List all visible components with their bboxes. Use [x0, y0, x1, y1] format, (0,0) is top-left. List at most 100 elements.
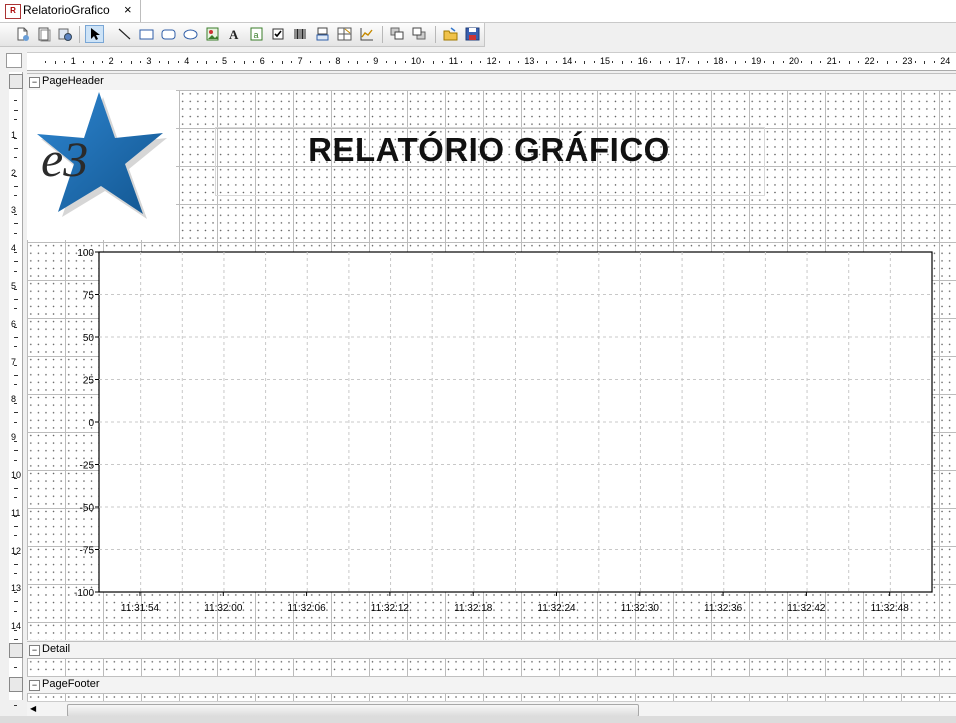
ruler-tick: [347, 61, 349, 63]
table-icon[interactable]: [336, 26, 353, 42]
horizontal-ruler-number: 7: [297, 56, 303, 66]
ruler-tick: [14, 223, 18, 225]
ruler-tick: [461, 61, 463, 63]
line-icon[interactable]: [116, 26, 133, 42]
ruler-tick: [810, 61, 812, 64]
ruler-tick: [14, 289, 17, 291]
new-report-icon[interactable]: [14, 26, 31, 42]
ruler-tick: [14, 563, 18, 565]
checkbox-icon[interactable]: [270, 26, 287, 42]
collapse-detail-icon[interactable]: −: [29, 645, 40, 656]
ruler-tick: [706, 61, 708, 63]
ruler-tick: [574, 61, 576, 63]
ruler-tick: [782, 61, 784, 63]
ruler-tick: [14, 327, 17, 329]
chart-y-tick-label: -25: [80, 461, 95, 472]
bring-to-front-icon[interactable]: [389, 26, 406, 42]
ruler-tick: [14, 147, 18, 149]
horizontal-ruler-number: 3: [146, 56, 152, 66]
close-tab-icon[interactable]: ×: [124, 2, 132, 17]
tab-title: RelatorioGrafico: [23, 3, 110, 17]
ellipse-icon[interactable]: [182, 26, 199, 42]
chart-y-tick-label: -100: [74, 588, 94, 599]
detail-band-bar[interactable]: − Detail: [27, 641, 956, 659]
ruler-tick: [14, 450, 18, 452]
ruler-tick: [933, 61, 935, 63]
page-footer-band-handle[interactable]: [9, 677, 23, 692]
tab-relatorio-grafico[interactable]: R RelatorioGrafico ×: [0, 0, 141, 22]
ruler-tick: [14, 157, 17, 159]
report-chart[interactable]: 100 75 50 25 0 -25 -50 -75 -100 11:31:54 11:32:00 1…: [27, 240, 956, 640]
field-icon[interactable]: a: [248, 26, 265, 42]
ruler-tick: [886, 61, 888, 64]
ruler-tick: [14, 270, 17, 272]
ruler-tick: [54, 61, 56, 64]
page-header-label: PageHeader: [42, 75, 104, 87]
text-icon[interactable]: A: [226, 26, 243, 42]
horizontal-ruler-number: 5: [222, 56, 228, 66]
horizontal-ruler-number: 16: [637, 56, 648, 66]
page-footer-band-bar[interactable]: − PageFooter: [27, 676, 956, 694]
ruler-tick: [877, 61, 879, 63]
settings-icon[interactable]: [56, 26, 73, 42]
ruler-tick: [14, 402, 17, 404]
rounded-rectangle-icon[interactable]: [160, 26, 177, 42]
subreport-icon[interactable]: [314, 26, 331, 42]
horizontal-ruler-number: 8: [335, 56, 341, 66]
save-icon[interactable]: [464, 26, 481, 42]
ruler-tick: [291, 61, 293, 63]
ruler-tick: [773, 61, 775, 64]
vertical-ruler: 1 2 3 4 5 6 7 8 9 10 11 12 13 14: [9, 72, 23, 707]
company-logo[interactable]: e3: [27, 90, 176, 240]
ruler-tick: [546, 61, 548, 64]
ruler-tick: [177, 61, 179, 63]
page-header-band-bar[interactable]: − PageHeader: [27, 73, 956, 91]
ruler-tick: [631, 61, 633, 63]
rectangle-icon[interactable]: [138, 26, 155, 42]
horizontal-ruler-number: 20: [789, 56, 800, 66]
ruler-tick: [130, 61, 132, 64]
ruler-tick: [14, 298, 18, 300]
chart-x-tick-label: 11:31:54: [121, 603, 160, 614]
report-title[interactable]: RELATÓRIO GRÁFICO: [215, 128, 763, 172]
chart-x-tick-label: 11:32:18: [454, 603, 493, 614]
chart-x-tick-label: 11:32:00: [204, 603, 243, 614]
ruler-tick: [735, 61, 737, 64]
ruler-tick: [839, 61, 841, 63]
horizontal-ruler-number: 15: [600, 56, 611, 66]
ruler-tick: [206, 61, 208, 64]
collapse-page-footer-icon[interactable]: −: [29, 680, 40, 691]
ruler-tick: [801, 61, 803, 63]
ruler-tick: [14, 336, 18, 338]
horizontal-ruler-number: 22: [864, 56, 875, 66]
horizontal-ruler-number: 24: [940, 56, 951, 66]
ruler-tick: [14, 639, 18, 641]
horizontal-ruler-number: 11: [448, 56, 459, 66]
ruler-tick: [924, 61, 926, 64]
collapse-page-header-icon[interactable]: −: [29, 77, 40, 88]
ruler-tick: [45, 61, 47, 63]
scroll-left-icon[interactable]: ◀: [30, 704, 36, 713]
ruler-tick: [139, 61, 141, 63]
chart-x-tick-label: 11:32:30: [621, 603, 660, 614]
ruler-tick: [895, 61, 897, 63]
open-icon[interactable]: [442, 26, 459, 42]
image-icon[interactable]: [204, 26, 221, 42]
barcode-icon[interactable]: [292, 26, 309, 42]
ruler-tick: [14, 374, 18, 376]
ruler-tick: [14, 705, 17, 707]
page-header-band-handle[interactable]: [9, 74, 23, 89]
chart-icon[interactable]: [358, 26, 375, 42]
ruler-tick: [310, 61, 312, 63]
ruler-tick: [14, 261, 18, 263]
page-setup-icon[interactable]: [35, 26, 52, 42]
pointer-icon[interactable]: [85, 25, 104, 43]
ruler-tick: [14, 516, 17, 518]
ruler-tick: [650, 61, 652, 63]
ruler-tick: [64, 61, 66, 63]
send-to-back-icon[interactable]: [411, 26, 428, 42]
ruler-tick: [432, 61, 434, 64]
detail-band-handle[interactable]: [9, 643, 23, 658]
ruler-tick: [423, 61, 425, 63]
horizontal-scrollbar[interactable]: ◀: [27, 701, 956, 717]
